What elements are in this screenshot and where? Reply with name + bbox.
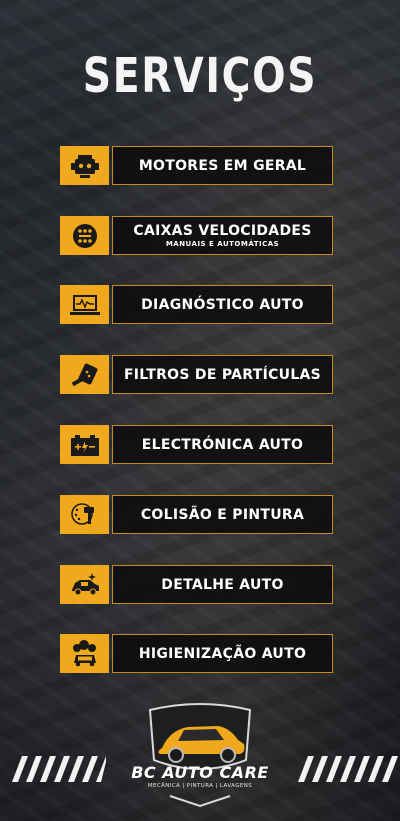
service-label-box: HIGIENIZAÇÃO AUTO <box>112 634 333 673</box>
service-item-particle-filters: FILTROS DE PARTÍCULAS <box>60 355 333 394</box>
spray-gun-icon <box>60 495 109 534</box>
service-label-box: DETALHE AUTO <box>112 565 333 604</box>
battery-icon <box>60 425 109 464</box>
service-label: COLISÃO E PINTURA <box>140 506 305 523</box>
car-wash-icon <box>60 634 109 673</box>
service-label: HIGIENIZAÇÃO AUTO <box>138 645 307 662</box>
particle-filter-icon <box>60 355 109 394</box>
service-item-diagnostic: DIAGNÓSTICO AUTO <box>60 285 333 324</box>
service-label-box: MOTORES EM GERAL <box>112 146 333 185</box>
service-label: ELECTRÓNICA AUTO <box>141 436 304 453</box>
service-sublabel: MANUAIS E AUTOMÁTICAS <box>165 240 280 248</box>
decorative-stripes-left <box>12 756 106 782</box>
service-label-box: FILTROS DE PARTÍCULAS <box>112 355 333 394</box>
service-label-box: CAIXAS VELOCIDADES MANUAIS E AUTOMÁTICAS <box>112 216 333 255</box>
service-item-gearbox: CAIXAS VELOCIDADES MANUAIS E AUTOMÁTICAS <box>60 216 333 255</box>
brand-logo <box>148 703 252 808</box>
service-label: DETALHE AUTO <box>161 576 284 593</box>
service-label-box: DIAGNÓSTICO AUTO <box>112 285 333 324</box>
gearbox-icon <box>60 216 109 255</box>
services-poster: SERVIÇOS MOTORES EM GERAL CAIXAS VELOCID… <box>0 0 400 821</box>
service-item-detailing: DETALHE AUTO <box>60 565 333 604</box>
service-label: FILTROS DE PARTÍCULAS <box>123 366 322 383</box>
engine-icon <box>60 146 109 185</box>
service-label-box: COLISÃO E PINTURA <box>112 495 333 534</box>
diagnostic-laptop-icon <box>60 285 109 324</box>
brand-name: BC AUTO CARE <box>131 763 269 782</box>
brand-tagline: MECÂNICA | PINTURA | LAVAGENS <box>147 783 253 789</box>
service-label-box: ELECTRÓNICA AUTO <box>112 425 333 464</box>
service-item-sanitization: HIGIENIZAÇÃO AUTO <box>60 634 333 673</box>
decorative-stripes-right <box>298 756 398 782</box>
service-item-electronics: ELECTRÓNICA AUTO <box>60 425 333 464</box>
page-title: SERVIÇOS <box>82 48 318 104</box>
car-detailing-icon <box>60 565 109 604</box>
service-item-collision-paint: COLISÃO E PINTURA <box>60 495 333 534</box>
service-item-engines: MOTORES EM GERAL <box>60 146 333 185</box>
service-label: MOTORES EM GERAL <box>138 157 307 174</box>
service-label: CAIXAS VELOCIDADES <box>133 223 312 239</box>
service-label: DIAGNÓSTICO AUTO <box>141 296 304 313</box>
